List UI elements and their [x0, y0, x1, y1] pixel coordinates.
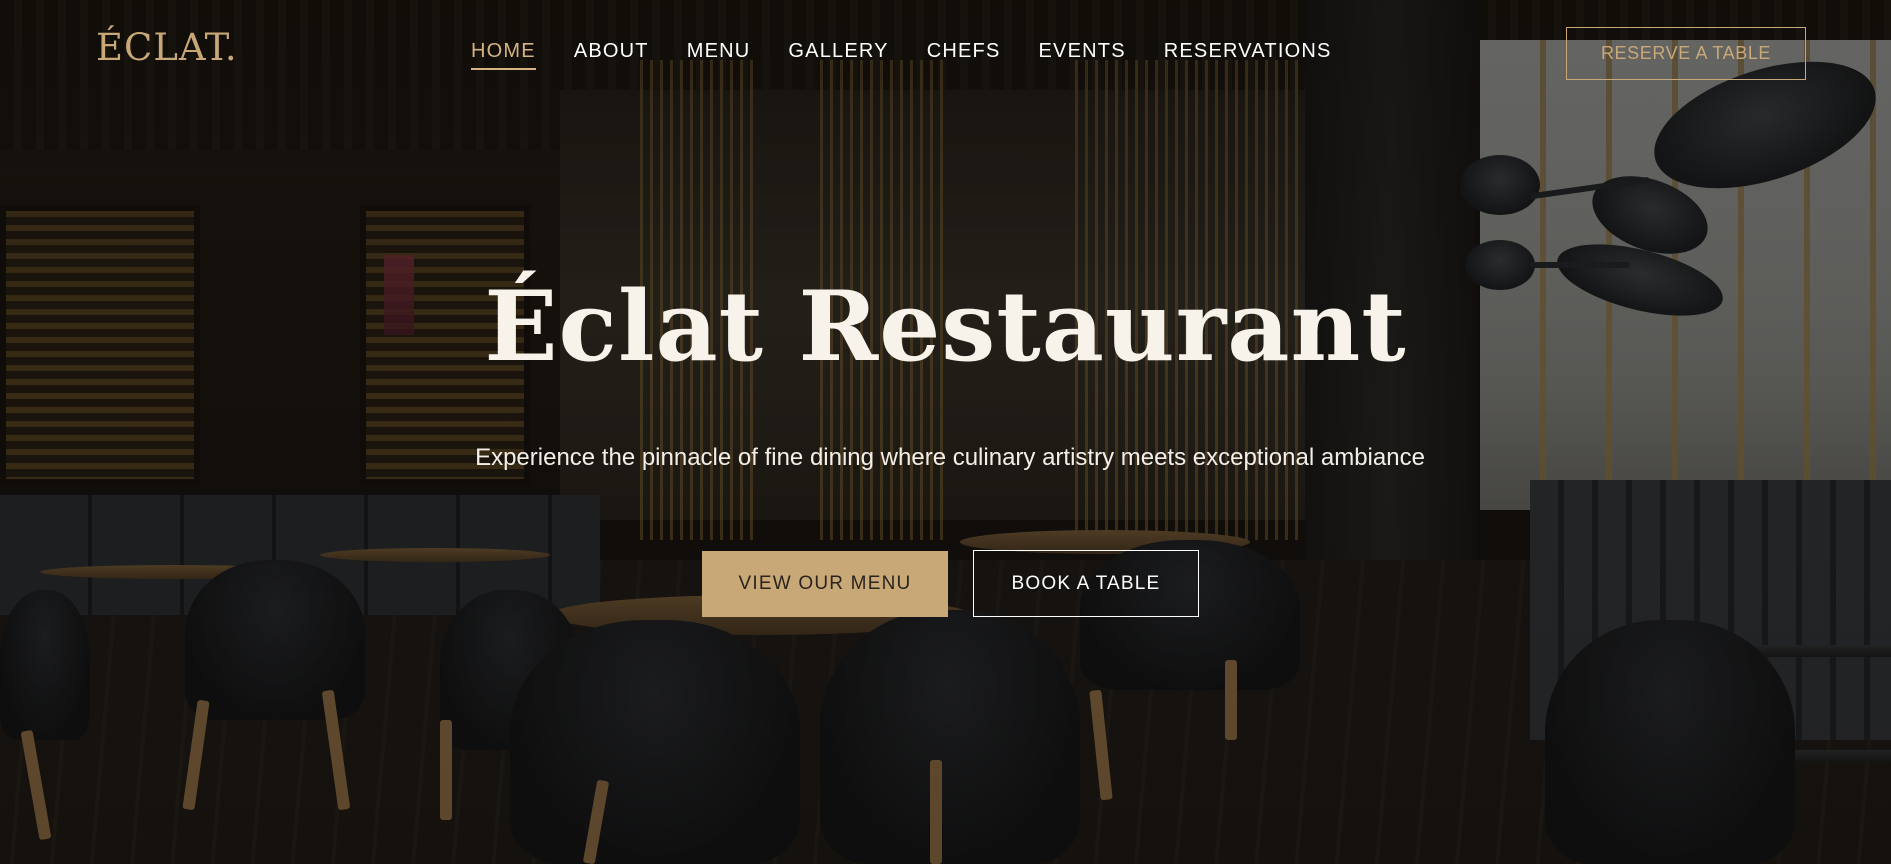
nav-item-home[interactable]: HOME: [471, 40, 536, 70]
main-nav: HOME ABOUT MENU GALLERY CHEFS EVENTS RES…: [471, 40, 1332, 70]
nav-item-menu[interactable]: MENU: [687, 40, 751, 68]
hero-subtitle: Experience the pinnacle of fine dining w…: [475, 444, 1425, 471]
nav-item-events[interactable]: EVENTS: [1039, 40, 1126, 68]
brand-logo[interactable]: ÉCLAT.: [96, 26, 238, 69]
reserve-table-button[interactable]: RESERVE A TABLE: [1566, 27, 1806, 80]
hero-dark-overlay: [0, 0, 1891, 864]
nav-item-reservations[interactable]: RESERVATIONS: [1164, 40, 1332, 68]
book-table-button[interactable]: BOOK A TABLE: [973, 550, 1199, 617]
hero-section: ÉCLAT. HOME ABOUT MENU GALLERY CHEFS EVE…: [0, 0, 1891, 864]
nav-item-chefs[interactable]: CHEFS: [927, 40, 1001, 68]
nav-item-about[interactable]: ABOUT: [574, 40, 649, 68]
view-menu-button[interactable]: VIEW OUR MENU: [702, 551, 948, 617]
nav-item-gallery[interactable]: GALLERY: [788, 40, 888, 68]
hero-title: Éclat Restaurant: [484, 270, 1407, 383]
